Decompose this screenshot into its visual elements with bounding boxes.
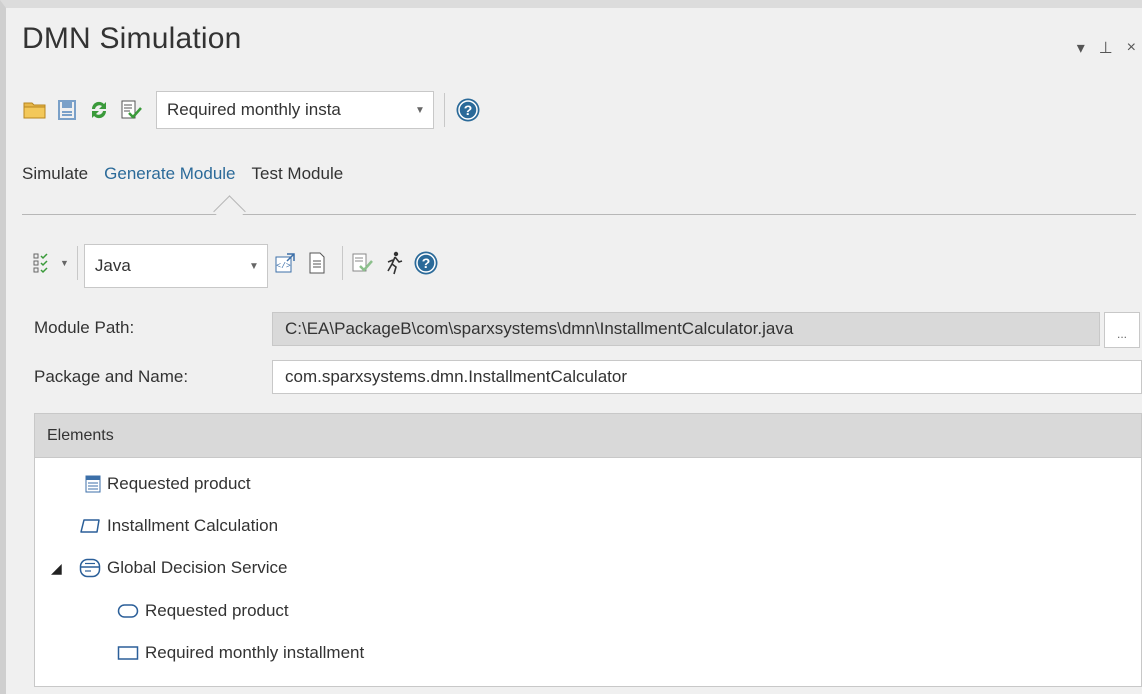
- help-icon[interactable]: ?: [455, 97, 481, 123]
- mode-tabs: Simulate Generate Module Test Module: [22, 164, 343, 184]
- chevron-down-icon: ▼: [415, 104, 425, 116]
- svg-text:?: ?: [422, 255, 431, 271]
- save-icon[interactable]: [54, 97, 80, 123]
- select-options-icon[interactable]: [32, 250, 54, 276]
- oval-icon: [117, 603, 139, 619]
- rect-icon: [117, 645, 139, 661]
- validate-icon[interactable]: [118, 97, 144, 123]
- collapse-toggle-icon[interactable]: ◢: [51, 560, 62, 577]
- module-path-label: Module Path:: [34, 318, 135, 337]
- tree-item-label: Required monthly installment: [145, 643, 365, 662]
- close-icon[interactable]: ×: [1127, 39, 1136, 57]
- pin-icon[interactable]: ⊥: [1099, 38, 1113, 58]
- simulation-target-value: Required monthly insta: [167, 100, 341, 119]
- tab-test-module[interactable]: Test Module: [252, 164, 344, 184]
- language-value: Java: [94, 256, 131, 275]
- document-icon[interactable]: [304, 250, 330, 276]
- toolbar-separator: [76, 246, 78, 280]
- elements-header: Elements: [35, 414, 1141, 458]
- generate-toolbar: ▼ Java ▼ </> ?: [32, 238, 445, 288]
- svg-text:?: ?: [464, 102, 473, 118]
- refresh-icon[interactable]: [86, 97, 112, 123]
- toolbar-separator: [444, 93, 445, 127]
- tree-item-label: Installment Calculation: [107, 516, 279, 535]
- tab-divider: [22, 214, 1136, 215]
- tree-item-label: Requested product: [145, 601, 289, 620]
- dmn-simulation-panel: DMN Simulation ▾ ⊥ × Required monthly in…: [0, 0, 1142, 694]
- active-tab-indicator: [213, 195, 246, 228]
- help-icon[interactable]: ?: [413, 250, 439, 276]
- svg-text:</>: </>: [276, 262, 291, 271]
- tree-item-installment-calculation[interactable]: Installment Calculation: [79, 511, 278, 541]
- table-icon: [85, 475, 101, 493]
- tree-item-global-decision-service[interactable]: Global Decision Service: [79, 553, 287, 583]
- elements-tree: Elements Requested product Installment C…: [34, 413, 1142, 687]
- validate-icon[interactable]: [349, 250, 375, 276]
- simulation-target-select[interactable]: Required monthly insta ▼: [156, 91, 434, 129]
- tree-item-label: Global Decision Service: [107, 558, 288, 577]
- tree-item-label: Requested product: [107, 474, 251, 493]
- open-folder-icon[interactable]: [22, 97, 48, 123]
- package-name-field[interactable]: com.sparxsystems.dmn.InstallmentCalculat…: [272, 360, 1142, 394]
- generate-code-icon[interactable]: </>: [272, 250, 298, 276]
- run-icon[interactable]: [381, 250, 407, 276]
- chevron-down-icon: ▼: [248, 260, 259, 272]
- rounded-rect-icon: [79, 518, 101, 534]
- chevron-down-icon[interactable]: ▼: [60, 258, 69, 268]
- decision-service-icon: [79, 558, 101, 578]
- language-select[interactable]: Java ▼: [83, 244, 268, 288]
- window-controls: ▾ ⊥ ×: [1077, 38, 1136, 58]
- panel-title: DMN Simulation: [22, 22, 242, 55]
- package-name-label: Package and Name:: [34, 367, 189, 386]
- tree-item-required-monthly-installment[interactable]: Required monthly installment: [117, 638, 364, 668]
- tab-generate-module[interactable]: Generate Module: [104, 164, 235, 184]
- tab-simulate[interactable]: Simulate: [22, 164, 88, 184]
- panel-menu-icon[interactable]: ▾: [1077, 38, 1085, 58]
- toolbar-separator: [341, 246, 343, 280]
- tree-item-requested-product[interactable]: Requested product: [85, 469, 251, 499]
- module-path-field[interactable]: C:\EA\PackageB\com\sparxsystems\dmn\Inst…: [272, 312, 1100, 346]
- browse-button[interactable]: ...: [1104, 312, 1140, 348]
- main-toolbar: Required monthly insta ▼ ?: [22, 88, 487, 132]
- tree-item-requested-product-input[interactable]: Requested product: [117, 596, 289, 626]
